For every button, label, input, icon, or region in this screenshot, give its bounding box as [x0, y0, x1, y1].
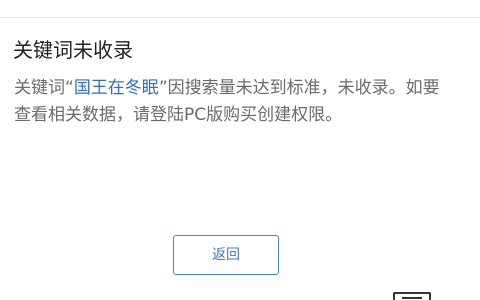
keyword-close-quote: ”	[158, 78, 168, 98]
keyword-text: 国王在冬眠	[73, 78, 159, 98]
notice-title: 关键词未收录	[13, 38, 133, 62]
notice-body-prefix: 关键词	[14, 78, 65, 98]
keyboard-icon[interactable]	[393, 292, 431, 300]
keyword-open-quote: “	[65, 78, 74, 98]
back-button[interactable]: 返回	[173, 235, 279, 275]
header-title	[150, 0, 330, 6]
keyword-not-indexed-page: 关键词未收录 关键词“国王在冬眠”因搜索量未达到标准，未收录。如要查看相关数据，…	[0, 0, 480, 300]
top-header-strip	[0, 0, 480, 18]
notice-message: 关键词“国王在冬眠”因搜索量未达到标准，未收录。如要查看相关数据，请登陆PC版购…	[14, 75, 454, 129]
